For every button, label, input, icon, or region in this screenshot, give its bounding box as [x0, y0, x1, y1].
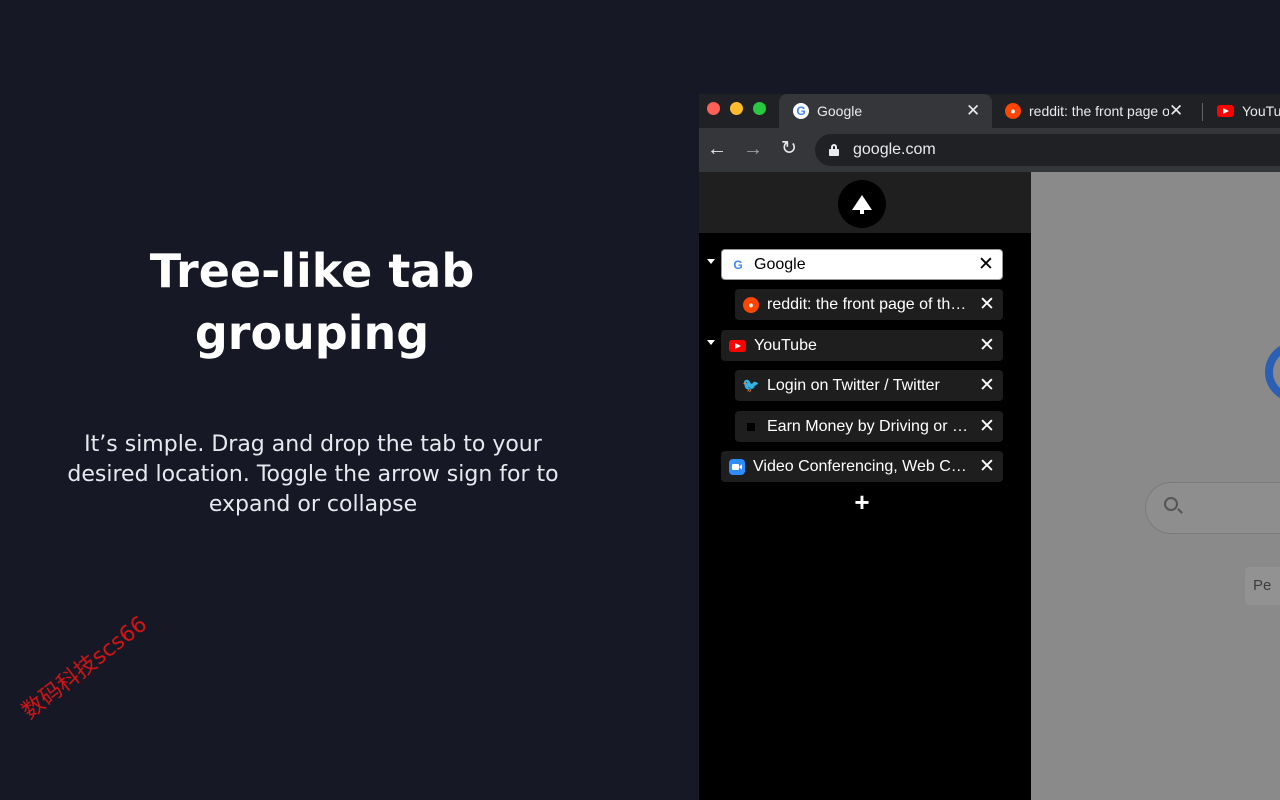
- close-icon[interactable]: ✕: [975, 374, 999, 397]
- google-icon: G: [730, 256, 746, 273]
- close-icon[interactable]: ✕: [975, 293, 999, 316]
- tree-tab-title: Google: [754, 255, 806, 273]
- address-bar[interactable]: google.com: [815, 134, 1280, 166]
- google-icon: G: [793, 103, 809, 119]
- close-window-button[interactable]: [707, 102, 720, 115]
- reload-icon[interactable]: ↻: [777, 137, 801, 161]
- tree-tab-item[interactable]: 🐦 Login on Twitter / Twitter ✕: [735, 370, 1003, 401]
- close-icon[interactable]: ✕: [1169, 101, 1183, 121]
- watermark: 数码科技scs66: [17, 611, 153, 725]
- youtube-icon: [729, 339, 746, 352]
- tree-row-youtube: YouTube ✕: [699, 330, 1031, 361]
- tab-divider: [1202, 103, 1203, 121]
- tree-icon[interactable]: [838, 180, 886, 228]
- tree-row-twitter: 🐦 Login on Twitter / Twitter ✕: [699, 370, 1031, 401]
- browser-toolbar: ← → ↻ google.com: [699, 128, 1280, 172]
- tree-tab-item[interactable]: G Google ✕: [721, 249, 1003, 280]
- address-text[interactable]: google.com: [853, 141, 936, 159]
- tree-tab-item[interactable]: Earn Money by Driving or Get a Ride ✕: [735, 411, 1003, 442]
- tree-row-zoom: Video Conferencing, Web Conferencing ✕: [699, 451, 1031, 482]
- reddit-icon: ●: [743, 296, 759, 313]
- close-icon[interactable]: ✕: [975, 455, 999, 478]
- add-tab-button[interactable]: +: [850, 489, 874, 515]
- tree-tabs-sidebar: G Google ✕ ● reddit: the front page of t…: [699, 172, 1031, 800]
- caret-down-icon[interactable]: [707, 340, 715, 345]
- minimize-window-button[interactable]: [730, 102, 743, 115]
- sidebar-header: [699, 172, 1031, 233]
- browser-tab-google[interactable]: G Google ✕: [779, 94, 992, 128]
- tree-tab-title: Video Conferencing, Web Conferencing: [753, 457, 975, 475]
- browser-tab-youtube[interactable]: YouTube: [1207, 94, 1280, 128]
- search-icon: [1164, 497, 1178, 511]
- forward-arrow-icon[interactable]: →: [741, 137, 765, 161]
- page-button[interactable]: Pe: [1245, 567, 1280, 605]
- tree-tab-title: YouTube: [754, 336, 817, 354]
- tree-row-reddit: ● reddit: the front page of the internet…: [699, 289, 1031, 320]
- tree-tab-title: Login on Twitter / Twitter: [767, 376, 940, 394]
- reddit-icon: ●: [1005, 103, 1021, 119]
- browser-window: G Google ✕ ● reddit: the front page of t…: [699, 94, 1280, 800]
- page-content: Pe: [1031, 172, 1280, 800]
- browser-tab-reddit[interactable]: ● reddit: the front page of the internet…: [995, 94, 1195, 128]
- tab-strip: G Google ✕ ● reddit: the front page of t…: [699, 94, 1280, 128]
- browser-tab-label: reddit: the front page of the internet: [1029, 103, 1169, 119]
- tree-row-uber: Earn Money by Driving or Get a Ride ✕: [699, 411, 1031, 442]
- search-box[interactable]: [1145, 482, 1280, 534]
- browser-tab-label: YouTube: [1242, 103, 1280, 119]
- tree-tab-item[interactable]: Video Conferencing, Web Conferencing ✕: [721, 451, 1003, 482]
- promo-description: It’s simple. Drag and drop the tab to yo…: [67, 432, 559, 517]
- close-icon[interactable]: ✕: [966, 101, 980, 121]
- youtube-icon: [1217, 105, 1234, 117]
- tree-tab-item[interactable]: YouTube ✕: [721, 330, 1003, 361]
- close-icon[interactable]: ✕: [975, 415, 999, 438]
- twitter-icon: 🐦: [742, 377, 760, 393]
- caret-down-icon[interactable]: [707, 259, 715, 264]
- tree-tab-title: Earn Money by Driving or Get a Ride: [767, 417, 975, 435]
- maximize-window-button[interactable]: [753, 102, 766, 115]
- tree-tab-title: reddit: the front page of the internet: [767, 295, 975, 313]
- browser-tab-label: Google: [817, 103, 863, 119]
- back-arrow-icon[interactable]: ←: [705, 137, 729, 161]
- zoom-icon: [729, 458, 745, 475]
- tree-row-google: G Google ✕: [699, 249, 1031, 280]
- google-logo: [1265, 342, 1280, 402]
- tree-tab-item[interactable]: ● reddit: the front page of the internet…: [735, 289, 1003, 320]
- lock-icon: [829, 144, 839, 156]
- close-icon[interactable]: ✕: [975, 334, 999, 357]
- close-icon[interactable]: ✕: [974, 253, 998, 276]
- promo-title: Tree-like tab grouping: [149, 244, 475, 360]
- uber-icon: [747, 422, 755, 431]
